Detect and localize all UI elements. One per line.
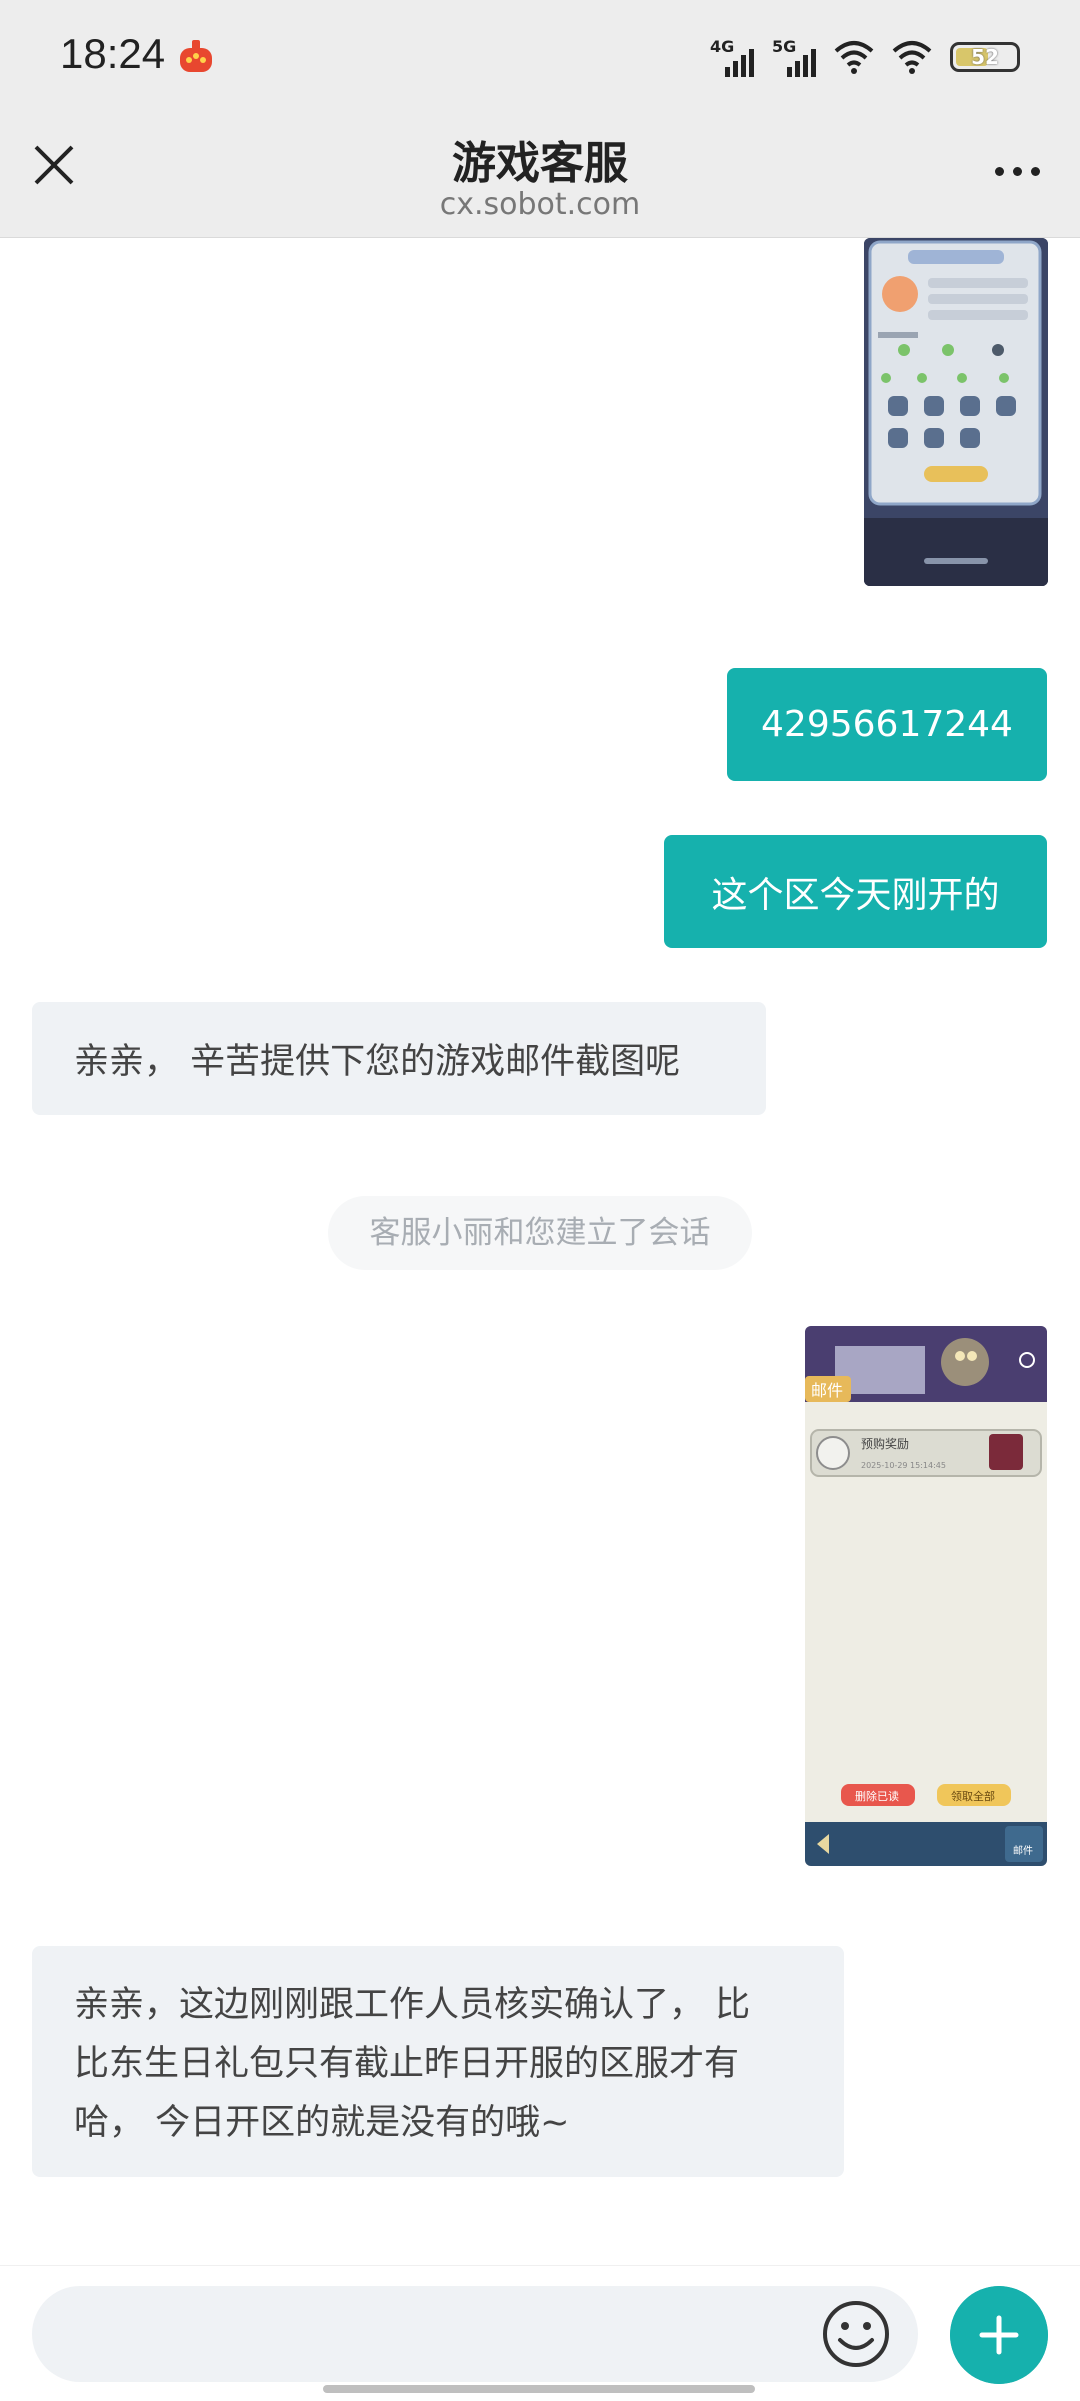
plus-icon[interactable] bbox=[950, 2286, 1048, 2384]
agent-message-2-line-1: 亲亲，这边刚刚跟工作人员核实确认了， 比 bbox=[74, 1985, 751, 2025]
signal-4g-icon: 4G bbox=[710, 37, 754, 77]
battery-level: 52 bbox=[971, 45, 999, 69]
mail-title: 预购奖励 bbox=[861, 1436, 909, 1451]
mail-claim-button: 领取全部 bbox=[951, 1789, 995, 1803]
status-bar: 18:24 4G 5G 52 bbox=[0, 0, 1080, 115]
chat-messages[interactable]: 42956617244 这个区今天刚开的 亲亲， 辛苦提供下您的游戏邮件截图呢 … bbox=[0, 238, 1080, 2260]
mail-tag: 邮件 bbox=[811, 1381, 843, 1400]
battery-icon: 52 bbox=[950, 42, 1020, 72]
wifi-icon bbox=[834, 41, 874, 74]
status-time: 18:24 bbox=[60, 30, 166, 77]
message-input[interactable] bbox=[32, 2286, 918, 2382]
user-image-message-2[interactable]: 邮件 预购奖励 2025-10-29 15:14:45 删除已读 领取全部 邮件 bbox=[805, 1326, 1047, 1866]
status-icons: 4G 5G 52 bbox=[710, 34, 1020, 80]
system-notice: 客服小丽和您建立了会话 bbox=[328, 1196, 752, 1270]
user-message-2: 这个区今天刚开的 bbox=[664, 835, 1047, 948]
page-title: 游戏客服 bbox=[452, 138, 628, 189]
mail-date: 2025-10-29 15:14:45 bbox=[861, 1461, 946, 1470]
user-image-message-1[interactable] bbox=[864, 238, 1048, 586]
agent-message-2: 亲亲，这边刚刚跟工作人员核实确认了， 比 比东生日礼包只有截止昨日开服的区服才有… bbox=[32, 1946, 844, 2177]
agent-message-2-line-3: 哈， 今日开区的就是没有的哦~ bbox=[74, 2103, 570, 2143]
game-mail-screenshot: 邮件 预购奖励 2025-10-29 15:14:45 删除已读 领取全部 邮件 bbox=[805, 1326, 1047, 1866]
emoji-icon[interactable] bbox=[820, 2298, 892, 2370]
chat-header: 游戏客服 cx.sobot.com bbox=[0, 115, 1080, 238]
game-profile-screenshot bbox=[864, 238, 1048, 586]
home-indicator[interactable] bbox=[323, 2385, 755, 2393]
more-options-icon[interactable] bbox=[995, 167, 1040, 176]
mail-delete-button: 删除已读 bbox=[855, 1789, 899, 1803]
signal-5g-icon: 5G bbox=[772, 37, 816, 77]
agent-message-2-line-2: 比东生日礼包只有截止昨日开服的区服才有 bbox=[74, 2044, 740, 2084]
page-url: cx.sobot.com bbox=[439, 187, 641, 222]
message-composer bbox=[0, 2265, 1080, 2401]
agent-message-1: 亲亲， 辛苦提供下您的游戏邮件截图呢 bbox=[32, 1002, 766, 1115]
wifi-icon-2 bbox=[892, 41, 932, 74]
app-notification-icon bbox=[180, 40, 212, 72]
user-message-1: 42956617244 bbox=[727, 668, 1047, 781]
agent-message-1-text: 亲亲， 辛苦提供下您的游戏邮件截图呢 bbox=[74, 1042, 681, 1082]
mail-footer-label: 邮件 bbox=[1013, 1844, 1033, 1857]
